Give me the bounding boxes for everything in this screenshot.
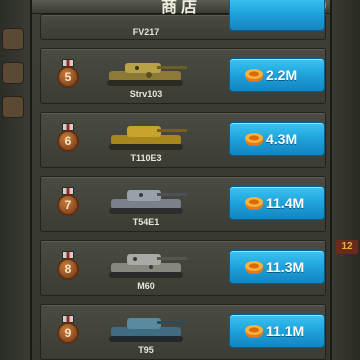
shop-item-row: 7 T54E1 11.4M	[40, 176, 326, 232]
tank-name: T95	[138, 345, 154, 355]
gold-coin-icon	[245, 133, 263, 146]
shop-item-row: 8 M60 11.3M	[40, 240, 326, 296]
price-label: 11.1M	[266, 323, 305, 339]
rank-medal-icon: 5	[57, 59, 79, 91]
tank-image	[109, 254, 187, 278]
rank-medal-icon: 7	[57, 187, 79, 219]
left-sidebar	[0, 0, 32, 360]
sidebar-button[interactable]	[2, 96, 24, 118]
tank-name: Strv103	[129, 89, 163, 99]
buy-button[interactable]: 11.3M	[229, 250, 325, 284]
right-sidebar: 12	[328, 0, 360, 360]
shop-panel: 商店 ✕ FV217 5 Strv103 2.2M 6	[30, 0, 332, 360]
tank-name: FV217	[132, 27, 160, 37]
shop-item-row: 9 T95 11.1M	[40, 304, 326, 360]
price-label: 11.3M	[266, 259, 305, 275]
price-label: 4.3M	[266, 131, 298, 147]
tank-image	[109, 190, 187, 214]
buy-button[interactable]: 2.2M	[229, 58, 325, 92]
gift-icon[interactable]	[2, 62, 24, 84]
tank-image	[107, 63, 187, 86]
gold-coin-icon	[245, 261, 263, 274]
sidebar-button[interactable]	[2, 28, 24, 50]
buy-button[interactable]: 11.1M	[229, 314, 325, 348]
side-badge: 12	[336, 240, 358, 254]
shop-item-row: FV217	[40, 0, 326, 40]
shop-item-row: 5 Strv103 2.2M	[40, 48, 326, 104]
gold-coin-icon	[245, 197, 263, 210]
gold-coin-icon	[245, 69, 263, 82]
shop-item-row: 6 T110E3 4.3M	[40, 112, 326, 168]
rank-medal-icon: 9	[57, 315, 79, 347]
price-label: 11.4M	[266, 195, 305, 211]
buy-button[interactable]: 4.3M	[229, 122, 325, 156]
tank-name: M60	[137, 281, 155, 291]
buy-button[interactable]	[229, 0, 325, 31]
price-label: 2.2M	[266, 67, 298, 83]
tank-name: T54E1	[132, 217, 160, 227]
rank-medal-icon: 8	[57, 251, 79, 283]
tank-image	[109, 126, 187, 150]
buy-button[interactable]: 11.4M	[229, 186, 325, 220]
rank-medal-icon: 6	[57, 123, 79, 155]
gold-coin-icon	[245, 325, 263, 338]
tank-name: T110E3	[130, 153, 162, 163]
tank-image	[109, 318, 187, 342]
